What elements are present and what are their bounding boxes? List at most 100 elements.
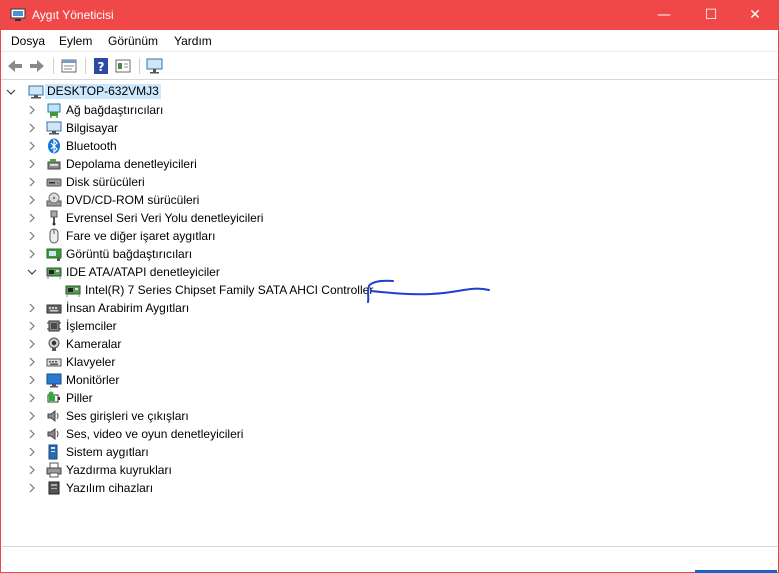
tree-category-node[interactable]: Yazılım cihazları bbox=[2, 479, 702, 497]
update-driver-icon[interactable] bbox=[113, 56, 133, 76]
tree-category-node[interactable]: Monitörler bbox=[2, 371, 702, 389]
tree-category-node[interactable]: Ağ bağdaştırıcıları bbox=[2, 101, 702, 119]
disk-drive-icon bbox=[46, 178, 62, 187]
back-arrow-icon[interactable] bbox=[5, 56, 25, 76]
computer-icon bbox=[46, 121, 62, 135]
close-button[interactable]: ✕ bbox=[732, 1, 778, 30]
svg-text:?: ? bbox=[98, 60, 105, 74]
tree-category-label: Yazılım cihazları bbox=[66, 481, 154, 495]
display-adapter-icon bbox=[46, 248, 62, 261]
processor-icon bbox=[47, 320, 61, 332]
tree-category-node[interactable]: Klavyeler bbox=[2, 353, 702, 371]
chevron-right-icon[interactable] bbox=[26, 320, 38, 332]
tree-category-node[interactable]: Yazdırma kuyrukları bbox=[2, 461, 702, 479]
chevron-right-icon[interactable] bbox=[26, 158, 38, 170]
chevron-right-icon[interactable] bbox=[26, 122, 38, 134]
tree-category-label: Klavyeler bbox=[66, 355, 116, 369]
monitor-icon bbox=[46, 373, 62, 388]
chevron-right-icon[interactable] bbox=[26, 482, 38, 494]
chevron-right-icon[interactable] bbox=[26, 356, 38, 368]
toolbar-separator bbox=[53, 58, 54, 74]
menu-view[interactable]: Görünüm bbox=[108, 34, 158, 48]
device-tree: DESKTOP-632VMJ3 Ağ bağdaştırıcıları Bilgis… bbox=[2, 82, 778, 545]
chevron-right-icon[interactable] bbox=[26, 140, 38, 152]
tree-category-node[interactable]: Ses, video ve oyun denetleyicileri bbox=[2, 425, 702, 443]
handwritten-arrow-annotation bbox=[367, 279, 490, 303]
chevron-right-icon[interactable] bbox=[26, 230, 38, 242]
tree-root-node[interactable]: DESKTOP-632VMJ3 bbox=[2, 83, 702, 101]
tree-category-label: İşlemciler bbox=[66, 319, 117, 333]
ide-controller-icon bbox=[46, 267, 62, 279]
menu-bar: Dosya Eylem Görünüm Yardım bbox=[1, 30, 778, 52]
chevron-right-icon[interactable] bbox=[26, 212, 38, 224]
tree-category-node[interactable]: Görüntü bağdaştırıcıları bbox=[2, 245, 702, 263]
tree-category-label: Sistem aygıtları bbox=[66, 445, 149, 459]
chevron-right-icon[interactable] bbox=[26, 374, 38, 386]
ide-controller-icon bbox=[65, 285, 81, 297]
usb-icon bbox=[50, 210, 58, 226]
chevron-right-icon[interactable] bbox=[26, 464, 38, 476]
tree-category-node[interactable]: Ses girişleri ve çıkışları bbox=[2, 407, 702, 425]
chevron-right-icon[interactable] bbox=[26, 104, 38, 116]
tree-category-node[interactable]: Depolama denetleyicileri bbox=[2, 155, 702, 173]
chevron-right-icon[interactable] bbox=[26, 248, 38, 260]
menu-file[interactable]: Dosya bbox=[11, 34, 45, 48]
hid-icon bbox=[46, 304, 62, 314]
toolbar: ? bbox=[1, 52, 778, 80]
tree-category-node[interactable]: DVD/CD-ROM sürücüleri bbox=[2, 191, 702, 209]
tree-category-label: Görüntü bağdaştırıcıları bbox=[66, 247, 193, 261]
chevron-right-icon[interactable] bbox=[26, 446, 38, 458]
chevron-right-icon[interactable] bbox=[26, 410, 38, 422]
chevron-right-icon[interactable] bbox=[26, 392, 38, 404]
tree-category-node[interactable]: Bluetooth bbox=[2, 137, 702, 155]
dvd-drive-icon bbox=[46, 192, 62, 207]
chevron-right-icon[interactable] bbox=[26, 302, 38, 314]
tree-category-node[interactable]: Evrensel Seri Veri Yolu denetleyicileri bbox=[2, 209, 702, 227]
maximize-button[interactable]: ☐ bbox=[688, 1, 734, 30]
chevron-down-icon[interactable] bbox=[26, 266, 38, 278]
tree-category-node[interactable]: İnsan Arabirim Aygıtları bbox=[2, 299, 702, 317]
tree-category-label: Ses, video ve oyun denetleyicileri bbox=[66, 427, 244, 441]
tree-category-node[interactable]: İşlemciler bbox=[2, 317, 702, 335]
menu-help[interactable]: Yardım bbox=[174, 34, 212, 48]
help-icon[interactable]: ? bbox=[91, 56, 111, 76]
device-manager-app-icon bbox=[10, 8, 26, 21]
properties-icon[interactable] bbox=[59, 56, 79, 76]
chevron-right-icon[interactable] bbox=[26, 194, 38, 206]
tree-category-label: Depolama denetleyicileri bbox=[66, 157, 197, 171]
monitor-scan-icon[interactable] bbox=[145, 56, 165, 76]
toolbar-separator bbox=[85, 58, 86, 74]
tree-category-node[interactable]: Disk sürücüleri bbox=[2, 173, 702, 191]
tree-category-node[interactable]: Fare ve diğer işaret aygıtları bbox=[2, 227, 702, 245]
tree-category-node[interactable]: Kameralar bbox=[2, 335, 702, 353]
chevron-right-icon[interactable] bbox=[26, 338, 38, 350]
tree-category-node[interactable]: Bilgisayar bbox=[2, 119, 702, 137]
system-device-icon bbox=[48, 444, 58, 460]
forward-arrow-icon[interactable] bbox=[27, 56, 47, 76]
tree-device-node[interactable]: Intel(R) 7 Series Chipset Family SATA AH… bbox=[2, 281, 702, 299]
tree-category-label: Fare ve diğer işaret aygıtları bbox=[66, 229, 216, 243]
tree-category-node[interactable]: Piller bbox=[2, 389, 702, 407]
tree-category-label: Monitörler bbox=[66, 373, 120, 387]
tree-category-label: IDE ATA/ATAPI denetleyiciler bbox=[66, 265, 220, 279]
tree-category-label: Kameralar bbox=[66, 337, 122, 351]
chevron-right-icon[interactable] bbox=[26, 428, 38, 440]
status-bar bbox=[2, 546, 778, 572]
tree-device-label: Intel(R) 7 Series Chipset Family SATA AH… bbox=[85, 283, 374, 297]
window-title: Aygıt Yöneticisi bbox=[32, 8, 114, 22]
tree-root-label: DESKTOP-632VMJ3 bbox=[45, 84, 161, 99]
minimize-button[interactable]: — bbox=[641, 1, 687, 30]
device-manager-window: Aygıt Yöneticisi — ☐ ✕ Dosya Eylem Görün… bbox=[0, 0, 779, 573]
tree-category-label: Ses girişleri ve çıkışları bbox=[66, 409, 189, 423]
tree-category-node[interactable]: IDE ATA/ATAPI denetleyiciler bbox=[2, 263, 702, 281]
chevron-right-icon[interactable] bbox=[26, 176, 38, 188]
tree-category-node[interactable]: Sistem aygıtları bbox=[2, 443, 702, 461]
speaker-icon bbox=[47, 410, 59, 422]
camera-icon bbox=[48, 337, 60, 351]
menu-action[interactable]: Eylem bbox=[59, 34, 92, 48]
tree-category-label: Evrensel Seri Veri Yolu denetleyicileri bbox=[66, 211, 264, 225]
tree-category-label: Ağ bağdaştırıcıları bbox=[66, 103, 164, 117]
title-bar[interactable]: Aygıt Yöneticisi — ☐ ✕ bbox=[1, 1, 778, 30]
speaker-icon bbox=[47, 428, 59, 440]
chevron-down-icon[interactable] bbox=[5, 86, 17, 98]
